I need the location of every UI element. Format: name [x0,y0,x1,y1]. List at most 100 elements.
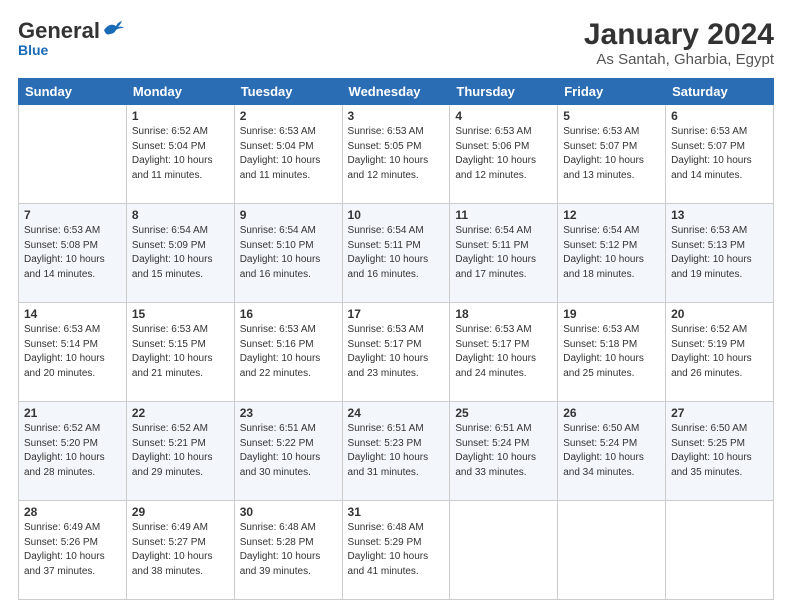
day-info: Sunrise: 6:53 AMSunset: 5:16 PMDaylight:… [240,323,337,381]
day-info: Sunrise: 6:48 AMSunset: 5:28 PMDaylight:… [240,521,337,579]
logo: General Blue [18,18,124,58]
table-row: 9Sunrise: 6:54 AMSunset: 5:10 PMDaylight… [234,204,342,303]
day-info: Sunrise: 6:50 AMSunset: 5:25 PMDaylight:… [671,422,768,480]
table-row: 15 Sunrise: 6:53 AMSunset: 5:15 PMDayligh… [126,303,234,402]
day-number: 20 [671,307,768,321]
col-friday: Friday [558,79,666,105]
day-info: Sunrise: 6:53 AMSunset: 5:17 PMDaylight:… [455,323,552,381]
page: General Blue January 2024 As Santah, Gha… [0,0,792,612]
day-info: Sunrise: 6:53 AMSunset: 5:17 PMDaylight:… [348,323,445,381]
table-row [450,501,558,600]
table-row: 20 Sunrise: 6:52 AMSunset: 5:19 PMDayligh… [666,303,774,402]
table-row: 13Sunrise: 6:53 AMSunset: 5:13 PMDayligh… [666,204,774,303]
day-number: 18 [455,307,552,321]
day-number: 19 [563,307,660,321]
day-info: Sunrise: 6:53 AMSunset: 5:06 PMDaylight:… [455,125,552,183]
col-saturday: Saturday [666,79,774,105]
table-row: 8 Sunrise: 6:54 AMSunset: 5:09 PMDaylight… [126,204,234,303]
table-row [558,501,666,600]
day-info: Sunrise: 6:52 AMSunset: 5:19 PMDaylight:… [671,323,768,381]
day-number: 2 [240,109,337,123]
table-row: 30 Sunrise: 6:48 AMSunset: 5:28 PMDayligh… [234,501,342,600]
calendar-row: 14 Sunrise: 6:53 AMSunset: 5:14 PMDayligh… [19,303,774,402]
day-info: Sunrise: 6:53 AMSunset: 5:14 PMDaylight:… [24,323,121,381]
table-row: 21 Sunrise: 6:52 AMSunset: 5:20 PMDayligh… [19,402,127,501]
day-number: 13 [671,208,768,222]
calendar-header-row: Sunday Monday Tuesday Wednesday Thursday… [19,79,774,105]
day-number: 12 [563,208,660,222]
table-row: 4 Sunrise: 6:53 AMSunset: 5:06 PMDaylight… [450,105,558,204]
day-number: 11 [455,208,552,222]
table-row: 1 Sunrise: 6:52 AMSunset: 5:04 PMDaylight… [126,105,234,204]
calendar-subtitle: As Santah, Gharbia, Egypt [584,51,774,68]
day-number: 3 [348,109,445,123]
table-row: 25 Sunrise: 6:51 AMSunset: 5:24 PMDayligh… [450,402,558,501]
table-row: 7Sunrise: 6:53 AMSunset: 5:08 PMDaylight… [19,204,127,303]
day-info: Sunrise: 6:49 AMSunset: 5:27 PMDaylight:… [132,521,229,579]
table-row [19,105,127,204]
day-number: 5 [563,109,660,123]
day-info: Sunrise: 6:53 AMSunset: 5:15 PMDaylight:… [132,323,229,381]
day-number: 30 [240,505,337,519]
table-row: 27 Sunrise: 6:50 AMSunset: 5:25 PMDayligh… [666,402,774,501]
day-number: 26 [563,406,660,420]
day-info: Sunrise: 6:54 AMSunset: 5:12 PMDaylight:… [563,224,660,282]
day-info: Sunrise: 6:49 AMSunset: 5:26 PMDaylight:… [24,521,121,579]
calendar-row: 7Sunrise: 6:53 AMSunset: 5:08 PMDaylight… [19,204,774,303]
logo-bird-icon [102,20,124,38]
day-number: 4 [455,109,552,123]
table-row: 16Sunrise: 6:53 AMSunset: 5:16 PMDayligh… [234,303,342,402]
day-number: 31 [348,505,445,519]
table-row: 12 Sunrise: 6:54 AMSunset: 5:12 PMDayligh… [558,204,666,303]
table-row: 11 Sunrise: 6:54 AMSunset: 5:11 PMDayligh… [450,204,558,303]
day-number: 21 [24,406,121,420]
day-number: 27 [671,406,768,420]
day-info: Sunrise: 6:51 AMSunset: 5:24 PMDaylight:… [455,422,552,480]
day-number: 14 [24,307,121,321]
day-number: 8 [132,208,229,222]
table-row: 31 Sunrise: 6:48 AMSunset: 5:29 PMDayligh… [342,501,450,600]
day-number: 23 [240,406,337,420]
table-row: 6Sunrise: 6:53 AMSunset: 5:07 PMDaylight… [666,105,774,204]
day-info: Sunrise: 6:52 AMSunset: 5:20 PMDaylight:… [24,422,121,480]
day-info: Sunrise: 6:52 AMSunset: 5:21 PMDaylight:… [132,422,229,480]
day-info: Sunrise: 6:53 AMSunset: 5:04 PMDaylight:… [240,125,337,183]
col-monday: Monday [126,79,234,105]
table-row: 17Sunrise: 6:53 AMSunset: 5:17 PMDayligh… [342,303,450,402]
table-row: 3 Sunrise: 6:53 AMSunset: 5:05 PMDaylight… [342,105,450,204]
calendar-title: January 2024 [584,18,774,51]
day-number: 1 [132,109,229,123]
table-row: 5Sunrise: 6:53 AMSunset: 5:07 PMDaylight… [558,105,666,204]
day-number: 15 [132,307,229,321]
day-info: Sunrise: 6:54 AMSunset: 5:09 PMDaylight:… [132,224,229,282]
day-number: 25 [455,406,552,420]
day-number: 24 [348,406,445,420]
table-row: 2 Sunrise: 6:53 AMSunset: 5:04 PMDaylight… [234,105,342,204]
day-number: 10 [348,208,445,222]
day-info: Sunrise: 6:51 AMSunset: 5:22 PMDaylight:… [240,422,337,480]
day-number: 9 [240,208,337,222]
table-row [666,501,774,600]
calendar-row: 28 Sunrise: 6:49 AMSunset: 5:26 PMDayligh… [19,501,774,600]
title-block: January 2024 As Santah, Gharbia, Egypt [584,18,774,68]
calendar-row: 21 Sunrise: 6:52 AMSunset: 5:20 PMDayligh… [19,402,774,501]
day-info: Sunrise: 6:52 AMSunset: 5:04 PMDaylight:… [132,125,229,183]
logo-general: General [18,18,100,44]
day-number: 28 [24,505,121,519]
day-info: Sunrise: 6:53 AMSunset: 5:08 PMDaylight:… [24,224,121,282]
day-info: Sunrise: 6:53 AMSunset: 5:18 PMDaylight:… [563,323,660,381]
header: General Blue January 2024 As Santah, Gha… [18,18,774,68]
day-info: Sunrise: 6:54 AMSunset: 5:11 PMDaylight:… [455,224,552,282]
day-info: Sunrise: 6:53 AMSunset: 5:05 PMDaylight:… [348,125,445,183]
table-row: 24Sunrise: 6:51 AMSunset: 5:23 PMDayligh… [342,402,450,501]
table-row: 22Sunrise: 6:52 AMSunset: 5:21 PMDayligh… [126,402,234,501]
table-row: 28 Sunrise: 6:49 AMSunset: 5:26 PMDayligh… [19,501,127,600]
calendar-row: 1 Sunrise: 6:52 AMSunset: 5:04 PMDaylight… [19,105,774,204]
day-info: Sunrise: 6:54 AMSunset: 5:11 PMDaylight:… [348,224,445,282]
day-number: 6 [671,109,768,123]
day-info: Sunrise: 6:48 AMSunset: 5:29 PMDaylight:… [348,521,445,579]
col-wednesday: Wednesday [342,79,450,105]
logo-blue: Blue [18,42,48,58]
col-tuesday: Tuesday [234,79,342,105]
table-row: 18 Sunrise: 6:53 AMSunset: 5:17 PMDayligh… [450,303,558,402]
